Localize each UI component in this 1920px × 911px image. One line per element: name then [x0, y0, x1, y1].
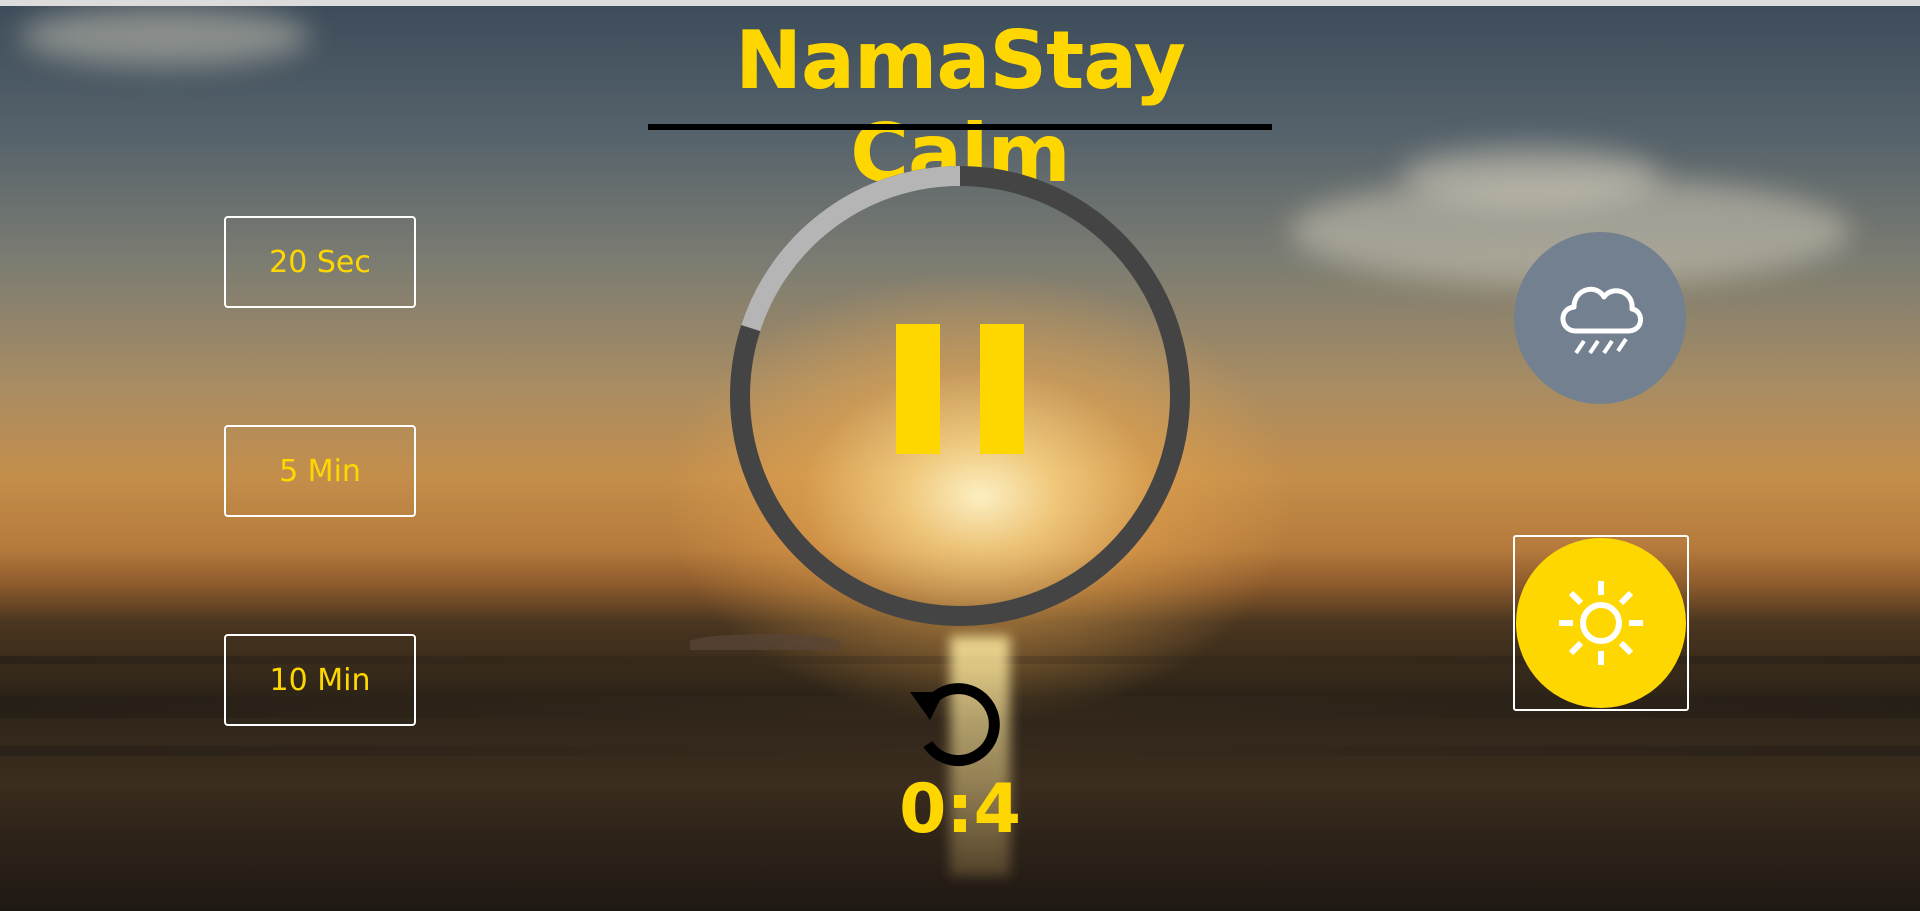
- duration-10-min-button[interactable]: 10 Min: [224, 634, 416, 726]
- island: [690, 634, 840, 650]
- pause-icon: [896, 324, 940, 454]
- reset-icon: [910, 683, 1000, 767]
- title-underline: [648, 124, 1272, 130]
- sun-sound-circle: [1516, 538, 1686, 708]
- pause-icon: [980, 324, 1024, 454]
- sun-icon: [1559, 581, 1643, 665]
- cloud-rain-icon: [1560, 286, 1643, 355]
- cloud: [20, 6, 310, 66]
- duration-20-sec-button[interactable]: 20 Sec: [224, 216, 416, 308]
- sun-sound-button[interactable]: [1513, 535, 1689, 711]
- reset-button[interactable]: [900, 670, 1010, 770]
- duration-5-min-button[interactable]: 5 Min: [224, 425, 416, 517]
- app-page: NamaStay Calm 20 Sec 5 Min 10 Min 0:4: [0, 0, 1920, 911]
- cloud: [1400, 146, 1660, 206]
- rain-sound-button[interactable]: [1514, 232, 1686, 404]
- timer-display: 0:4: [899, 770, 1021, 849]
- pause-button[interactable]: [880, 310, 1040, 480]
